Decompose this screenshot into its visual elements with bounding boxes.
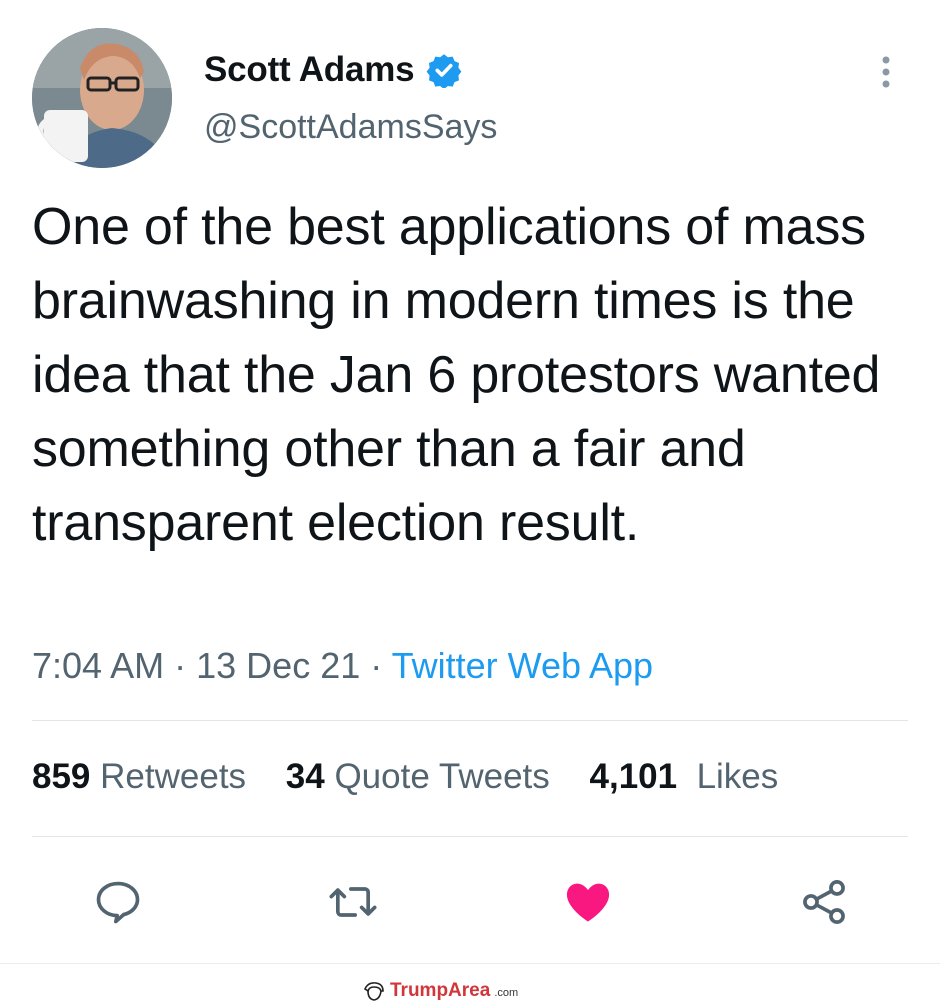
avatar[interactable]	[32, 28, 172, 168]
retweets-count: 859	[32, 757, 91, 796]
tweet-time[interactable]: 7:04 AM	[32, 645, 164, 686]
more-options-icon[interactable]	[874, 54, 898, 90]
tweet-stats: 859 Retweets 34 Quote Tweets 4,101 Likes	[32, 757, 808, 797]
trump-hair-icon	[364, 982, 384, 1001]
retweets-label: Retweets	[100, 757, 247, 796]
retweets-stat[interactable]: 859 Retweets	[32, 757, 246, 796]
likes-stat[interactable]: 4,101 Likes	[590, 757, 779, 796]
divider	[32, 720, 908, 721]
watermark-brand: TrumpArea	[390, 980, 491, 1001]
tweet-date[interactable]: 13 Dec 21	[196, 645, 360, 686]
verified-badge-icon	[427, 54, 462, 88]
author-name[interactable]: Scott Adams	[204, 50, 415, 90]
like-icon[interactable]	[562, 876, 614, 928]
meta-separator: ·	[174, 645, 187, 686]
divider	[32, 836, 908, 837]
quote-tweets-stat[interactable]: 34 Quote Tweets	[286, 757, 550, 796]
share-icon[interactable]	[798, 876, 850, 928]
watermark-suffix: .com	[494, 987, 519, 999]
tweet-source[interactable]: Twitter Web App	[392, 645, 653, 686]
likes-count: 4,101	[589, 757, 678, 796]
divider	[0, 963, 940, 964]
quote-count: 34	[285, 757, 325, 796]
likes-label: Likes	[696, 757, 779, 796]
tweet-text: One of the best applications of mass bra…	[32, 198, 881, 552]
tweet-meta: 7:04 AM · 13 Dec 21 · Twitter Web App	[32, 645, 653, 687]
watermark: TrumpArea .com	[362, 980, 518, 1002]
avatar-photo	[32, 28, 172, 168]
reply-icon[interactable]	[92, 876, 144, 928]
quote-label: Quote Tweets	[334, 757, 550, 796]
meta-separator: ·	[370, 645, 383, 686]
author-handle[interactable]: @ScottAdamsSays	[204, 108, 497, 147]
retweet-icon[interactable]	[327, 876, 379, 928]
